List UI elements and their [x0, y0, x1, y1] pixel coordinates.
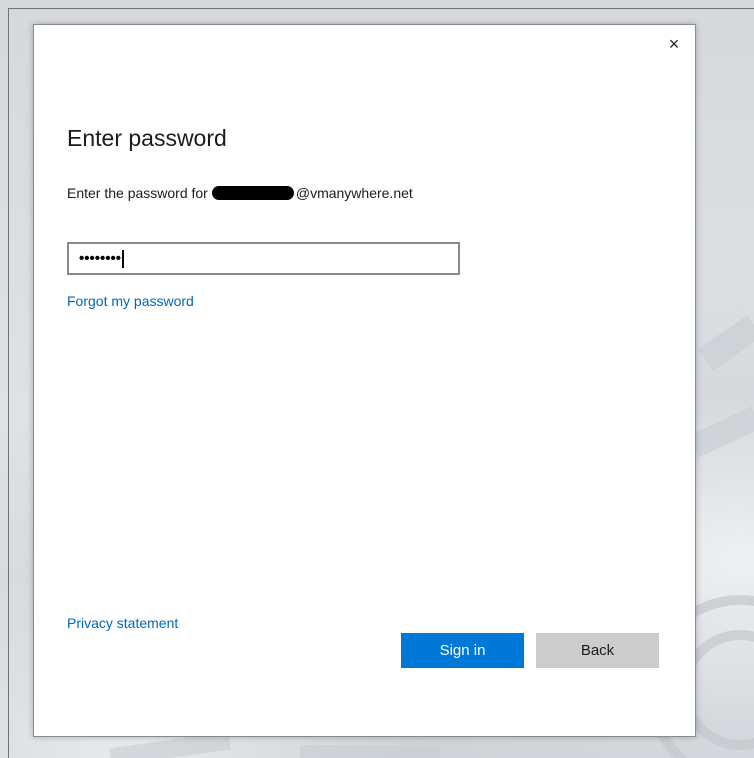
close-button[interactable]: × — [661, 31, 687, 57]
back-button[interactable]: Back — [536, 633, 659, 668]
prompt-domain: @vmanywhere.net — [295, 185, 413, 201]
password-prompt: Enter the password for @vmanywhere.net — [67, 185, 413, 201]
text-caret — [122, 249, 125, 268]
close-icon: × — [668, 33, 680, 54]
forgot-password-link[interactable]: Forgot my password — [67, 293, 194, 309]
prompt-prefix: Enter the password for — [67, 185, 208, 201]
sign-in-dialog: × Enter password Enter the password for … — [33, 24, 696, 737]
privacy-statement-link[interactable]: Privacy statement — [67, 615, 178, 631]
password-value: •••••••• — [79, 250, 122, 267]
page-title: Enter password — [67, 125, 227, 151]
redacted-username — [211, 186, 294, 200]
sign-in-button[interactable]: Sign in — [401, 633, 524, 668]
password-input[interactable]: •••••••• — [67, 242, 460, 275]
